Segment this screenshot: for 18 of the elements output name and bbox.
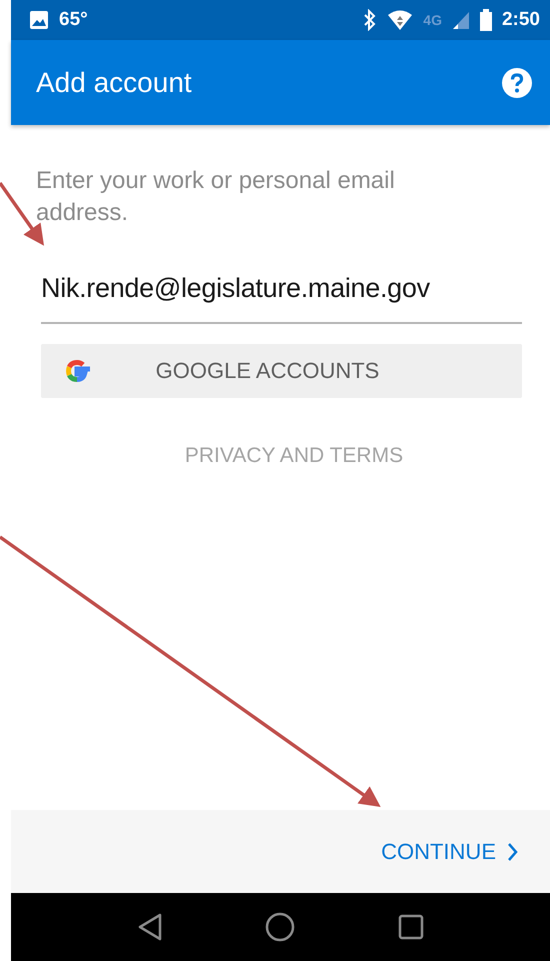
- instruction-text: Enter your work or personal email address.: [36, 166, 396, 228]
- continue-button[interactable]: CONTINUE: [375, 838, 524, 866]
- help-icon[interactable]: [502, 68, 532, 98]
- email-field[interactable]: Nik.rende@legislature.maine.gov: [41, 273, 522, 324]
- image-icon: [29, 10, 49, 30]
- wifi-icon: [387, 9, 414, 31]
- signal-icon: [452, 10, 470, 30]
- back-icon[interactable]: [137, 913, 164, 941]
- battery-icon: [480, 9, 492, 31]
- google-accounts-button[interactable]: GOOGLE ACCOUNTS: [41, 344, 522, 398]
- temperature: 65°: [59, 9, 88, 31]
- home-icon[interactable]: [265, 912, 296, 942]
- bluetooth-icon: [363, 9, 378, 31]
- network-label: 4G: [423, 12, 442, 28]
- screen-title: Add account: [36, 66, 193, 98]
- clock-time: 2:50: [502, 9, 540, 31]
- recents-icon[interactable]: [398, 914, 424, 940]
- chevron-icon: [508, 842, 518, 860]
